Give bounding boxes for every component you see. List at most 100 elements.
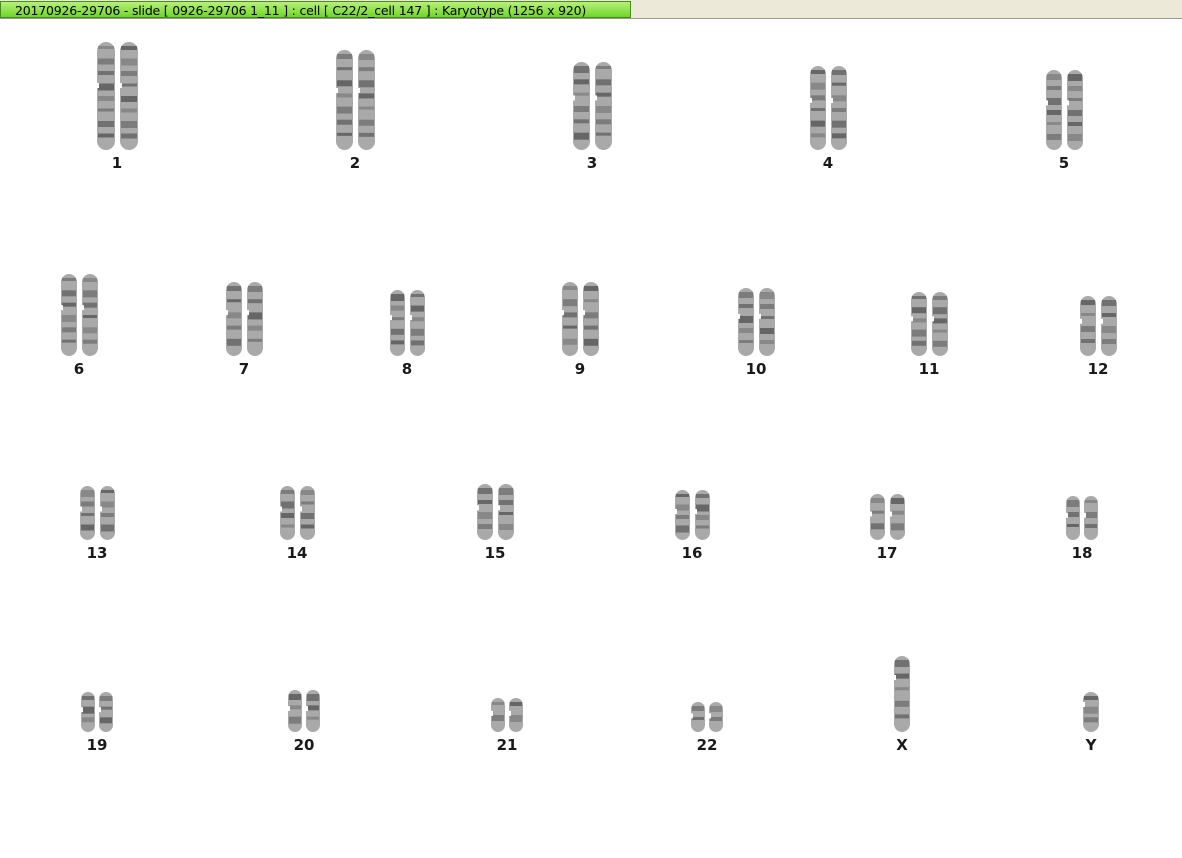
chromosome-pair-5[interactable]	[1044, 70, 1083, 150]
chromosome-label: 6	[73, 360, 85, 378]
chromosome-pair-16[interactable]	[673, 490, 710, 540]
centromere	[496, 505, 500, 511]
chromosome-band	[61, 302, 76, 307]
chromosome-pair-18[interactable]	[1065, 496, 1098, 540]
chromosome-band	[1080, 326, 1095, 332]
chromosome-band	[120, 96, 137, 102]
chromosome-band	[573, 66, 589, 73]
chromosome-band	[97, 108, 114, 112]
chromosome-pair-17[interactable]	[868, 494, 905, 540]
chromosome-band	[97, 121, 114, 127]
centromere	[888, 511, 892, 517]
centromere	[118, 83, 122, 89]
chromosome-band	[932, 340, 947, 347]
chromosome-band	[695, 494, 709, 498]
chromosome-band	[1101, 339, 1116, 344]
centromere	[287, 705, 290, 711]
chromosome-pair-20[interactable]	[287, 690, 320, 732]
chromosome-band	[82, 717, 94, 723]
chromosome-band	[695, 525, 709, 529]
chromosome-graphic	[1082, 692, 1099, 732]
chromosome-pair-22[interactable]	[690, 702, 723, 732]
chromosome-band	[1084, 717, 1098, 723]
chromosome-label: 15	[484, 544, 506, 562]
centromere	[388, 315, 392, 321]
chromosome-band	[895, 714, 909, 719]
chromosome-pair-13[interactable]	[78, 486, 115, 540]
chromosome-band	[336, 106, 352, 114]
chromosome-band	[911, 340, 926, 346]
chromosome-band	[562, 325, 577, 329]
chromosome-label: 2	[349, 154, 361, 172]
chromosome-band	[226, 312, 241, 319]
chromosome-graphic	[1044, 70, 1083, 150]
chromosome-band	[80, 490, 94, 497]
chromosome-label: 20	[293, 736, 315, 754]
chromosome-band	[932, 307, 947, 315]
chromosome-band	[307, 705, 319, 711]
chromosome-label: 17	[876, 544, 898, 562]
chromosome-band	[831, 95, 846, 102]
chromosome-graphic	[868, 494, 905, 540]
chromosome-pair-3[interactable]	[571, 62, 612, 150]
chromosome-label: 19	[86, 736, 108, 754]
chromatid	[910, 292, 927, 356]
chromosome-band	[738, 292, 753, 298]
chromosome-band	[280, 513, 294, 518]
chromosome-band	[1101, 300, 1116, 306]
chromosome-pair-7[interactable]	[224, 282, 263, 356]
window-title: 20170926-29706 - slide [ 0926-29706 1_11…	[15, 3, 587, 18]
chromosome-band	[738, 316, 753, 323]
chromosome-band	[895, 700, 909, 707]
chromosome-pair-21[interactable]	[490, 698, 523, 732]
chromosome-band	[1046, 110, 1061, 115]
chromosome-pair-10[interactable]	[736, 288, 775, 356]
chromosome-band	[831, 70, 846, 75]
centromere	[278, 506, 282, 512]
chromosome-graphic	[808, 66, 847, 150]
chromosome-band	[82, 278, 97, 282]
chromosome-pair-8[interactable]	[388, 290, 425, 356]
chromosome-band	[289, 705, 301, 710]
chromosome-band	[895, 673, 909, 679]
chromosome-graphic	[560, 282, 599, 356]
chromosome-band	[97, 133, 114, 138]
centromere	[98, 707, 101, 713]
chromosome-band	[498, 500, 513, 505]
chromosome-band	[573, 106, 589, 112]
chromosome-band	[498, 488, 513, 495]
centromere	[1065, 100, 1069, 106]
chromosome-pair-X[interactable]	[893, 656, 910, 732]
centromere	[1082, 702, 1085, 707]
chromosome-band	[1046, 98, 1061, 105]
chromosome-pair-6[interactable]	[59, 274, 98, 356]
chromosome-band	[410, 317, 424, 322]
chromosome-band	[80, 524, 94, 531]
chromosome-pair-9[interactable]	[560, 282, 599, 356]
window-title-tab[interactable]: 20170926-29706 - slide [ 0926-29706 1_11…	[0, 1, 631, 18]
chromosome-band	[831, 133, 846, 139]
chromosome-band	[61, 290, 76, 297]
chromosome-band	[1084, 696, 1098, 700]
chromosome-band	[810, 95, 825, 101]
chromosome-band	[890, 510, 904, 515]
chromosome-band	[300, 490, 314, 495]
chromosome-band	[562, 338, 577, 345]
centromere	[59, 305, 63, 311]
chromosome-pair-19[interactable]	[80, 692, 113, 732]
chromosome-pair-12[interactable]	[1078, 296, 1117, 356]
chromosome-pair-2[interactable]	[334, 50, 375, 150]
chromosome-band	[573, 92, 589, 96]
chromosome-band	[100, 513, 114, 517]
chromosome-pair-1[interactable]	[95, 42, 138, 150]
chromosome-pair-4[interactable]	[808, 66, 847, 150]
chromosome-pair-Y[interactable]	[1082, 692, 1099, 732]
chromosome-band	[247, 338, 262, 342]
chromosome-band	[1067, 134, 1082, 141]
chromosome-pair-15[interactable]	[475, 484, 514, 540]
centromere	[98, 506, 102, 512]
chromosome-pair-11[interactable]	[909, 292, 948, 356]
chromosome-band	[390, 340, 404, 345]
chromosome-pair-14[interactable]	[278, 486, 315, 540]
chromosome-band	[1067, 122, 1082, 126]
